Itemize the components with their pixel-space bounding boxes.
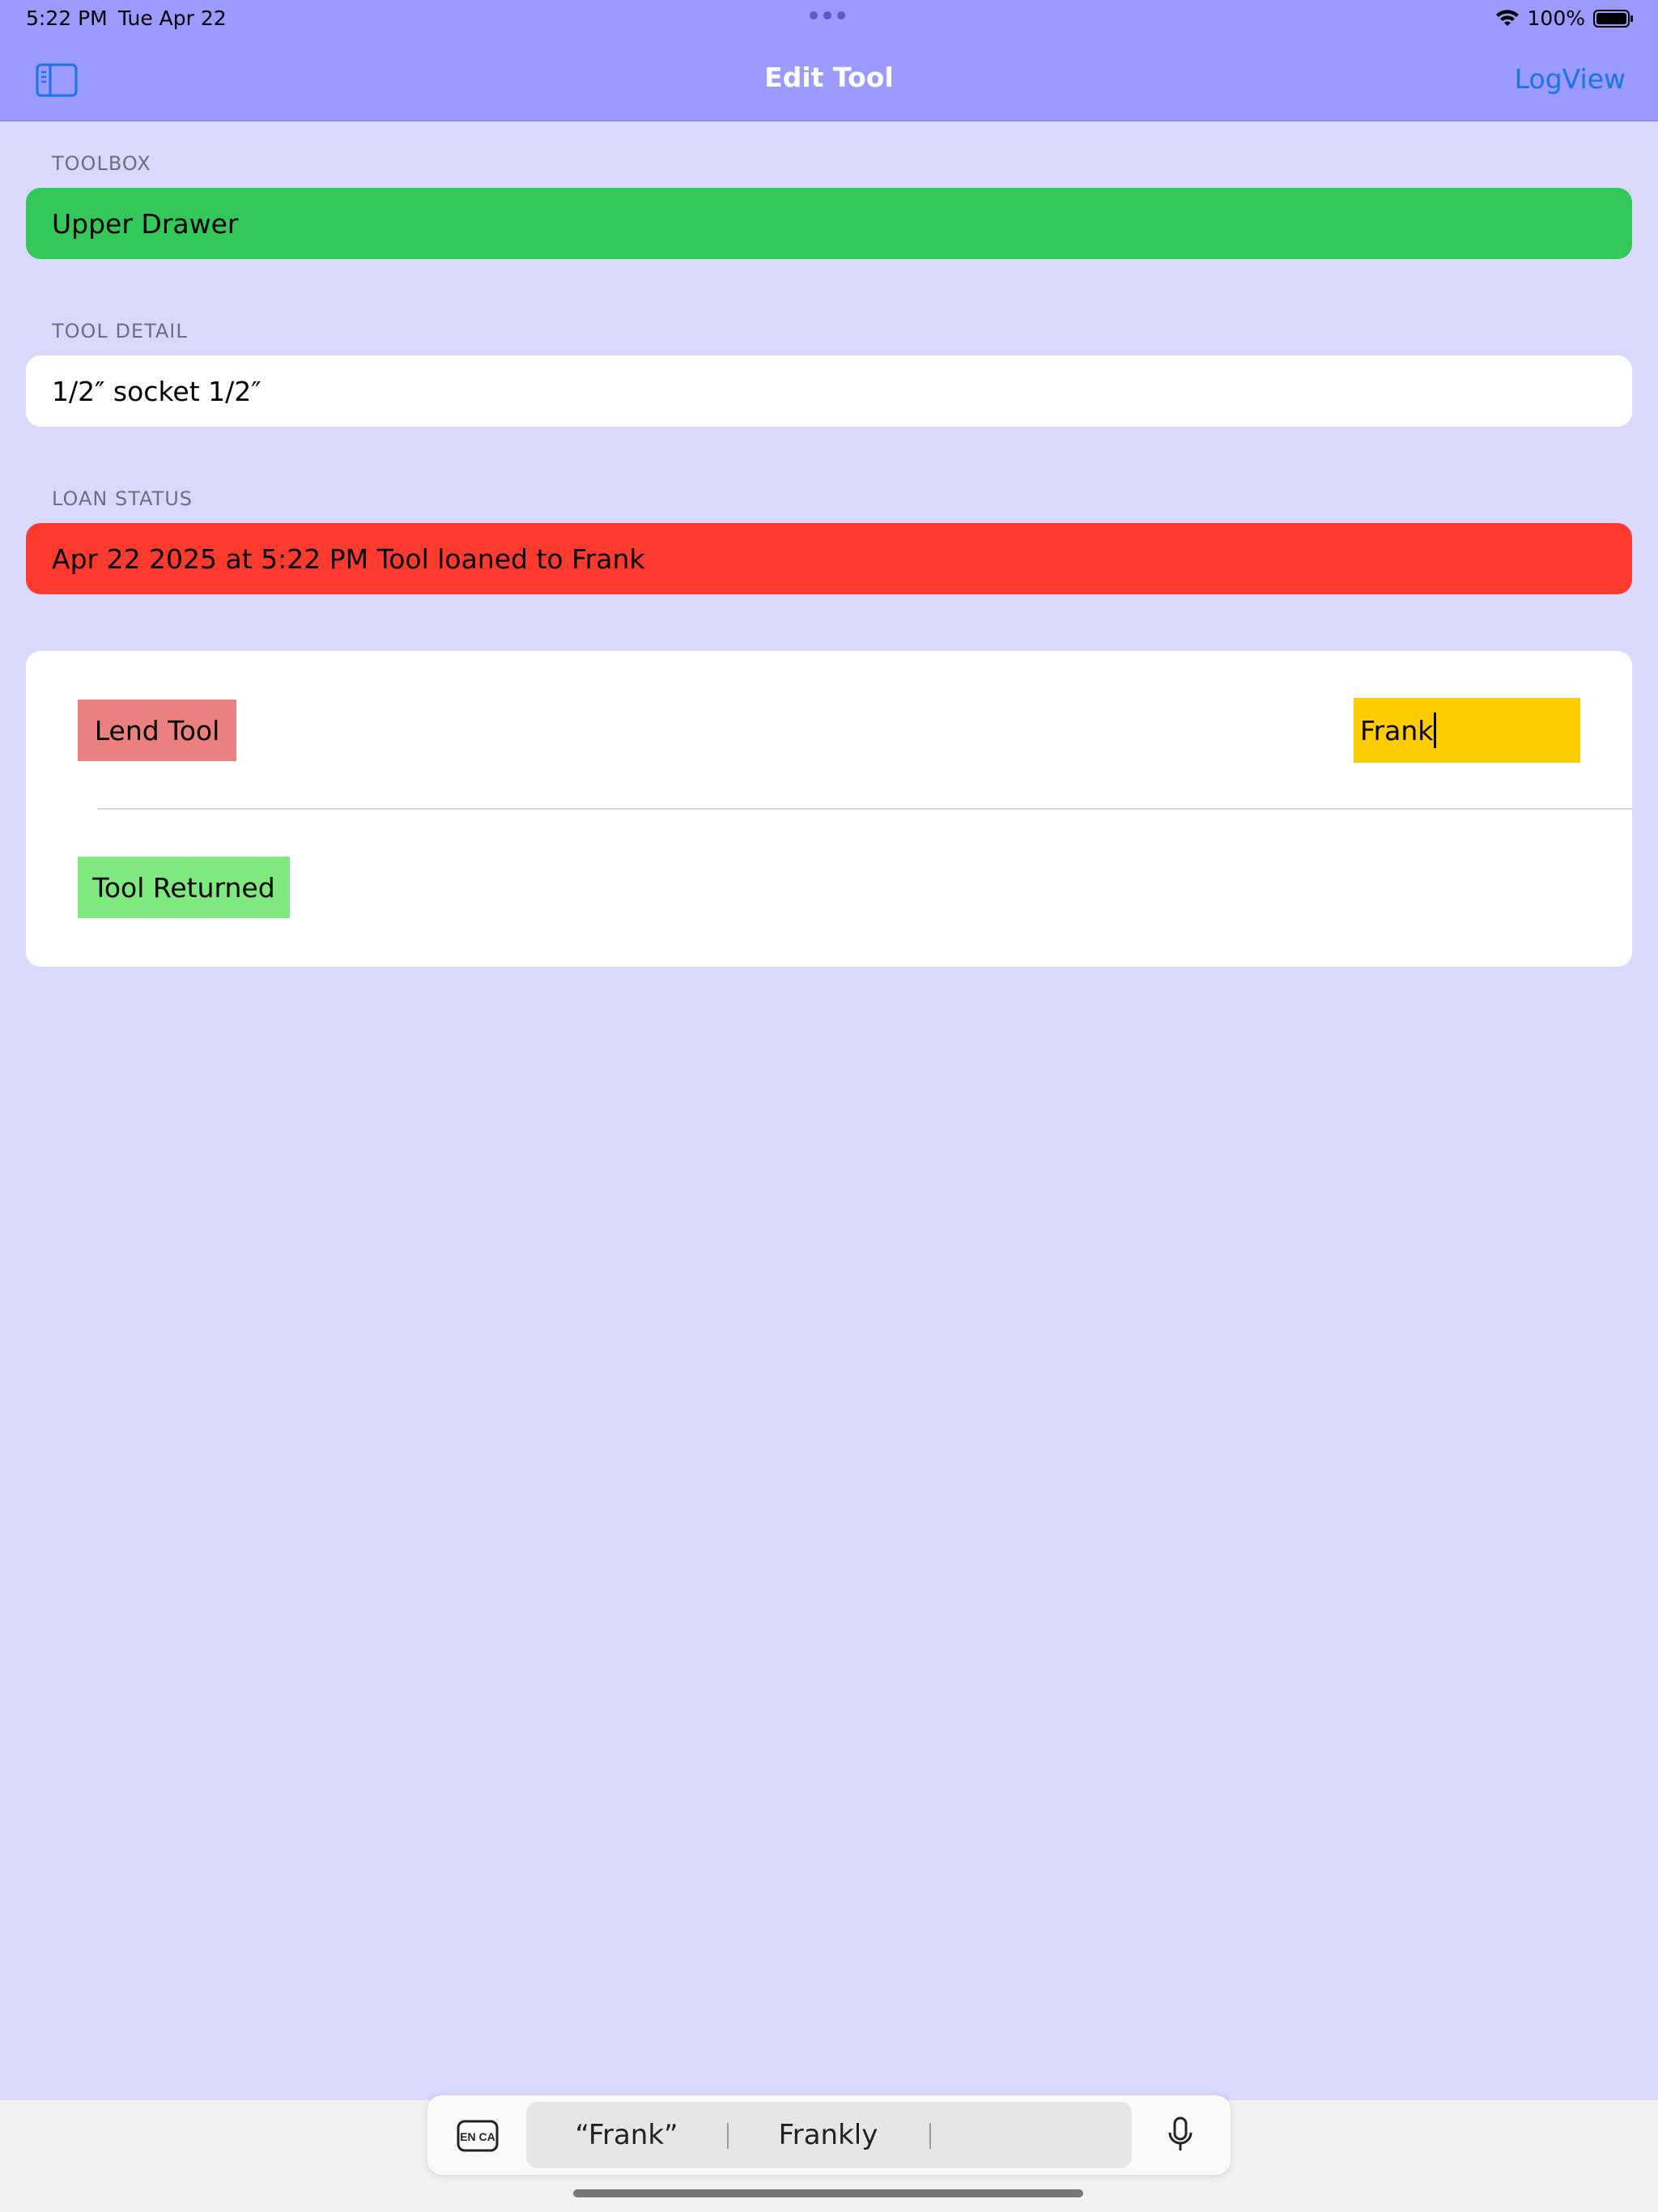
toolbox-header: TOOLBOX [52, 152, 151, 175]
status-date: Tue Apr 22 [118, 6, 227, 30]
battery-icon [1593, 9, 1633, 28]
navigation-bar: 5:22 PM Tue Apr 22 100% Edit Tool LogVie… [0, 0, 1658, 121]
home-indicator[interactable] [573, 2189, 1083, 2197]
suggestion-2[interactable]: Frankly [727, 2102, 929, 2168]
page-title: Edit Tool [764, 62, 894, 93]
battery-percent: 100% [1527, 6, 1585, 30]
tool-detail-header: TOOL DETAIL [52, 320, 188, 342]
suggestion-1[interactable]: “Frank” [526, 2102, 727, 2168]
divider [97, 808, 1632, 810]
lend-tool-button[interactable]: Lend Tool [78, 700, 236, 761]
status-right: 100% [1495, 6, 1634, 30]
loan-status-cell: Apr 22 2025 at 5:22 PM Tool loaned to Fr… [26, 523, 1632, 594]
multitasking-dots-icon[interactable] [810, 11, 845, 19]
status-time: 5:22 PM [26, 6, 108, 30]
language-label: EN CA [460, 2130, 495, 2143]
keyboard-shortcut-bar: EN CA “Frank” Frankly [427, 2095, 1231, 2175]
microphone-icon[interactable] [1166, 2115, 1195, 2155]
loan-status-header: LOAN STATUS [52, 487, 193, 510]
logview-button[interactable]: LogView [1515, 63, 1626, 95]
loan-actions-card: Lend Tool Frank Tool Returned [26, 651, 1632, 967]
wifi-icon [1495, 9, 1519, 26]
predictive-suggestions: “Frank” Frankly [526, 2102, 1132, 2168]
suggestion-3[interactable] [929, 2102, 1132, 2168]
borrower-name-value: Frank [1360, 714, 1434, 747]
language-switch-icon[interactable]: EN CA [457, 2120, 499, 2152]
text-caret [1434, 713, 1437, 748]
toolbox-cell[interactable]: Upper Drawer [26, 188, 1632, 259]
borrower-name-field[interactable]: Frank [1354, 698, 1580, 763]
tool-returned-button[interactable]: Tool Returned [78, 857, 290, 918]
tool-detail-cell[interactable]: 1/2″ socket 1/2″ [26, 355, 1632, 427]
